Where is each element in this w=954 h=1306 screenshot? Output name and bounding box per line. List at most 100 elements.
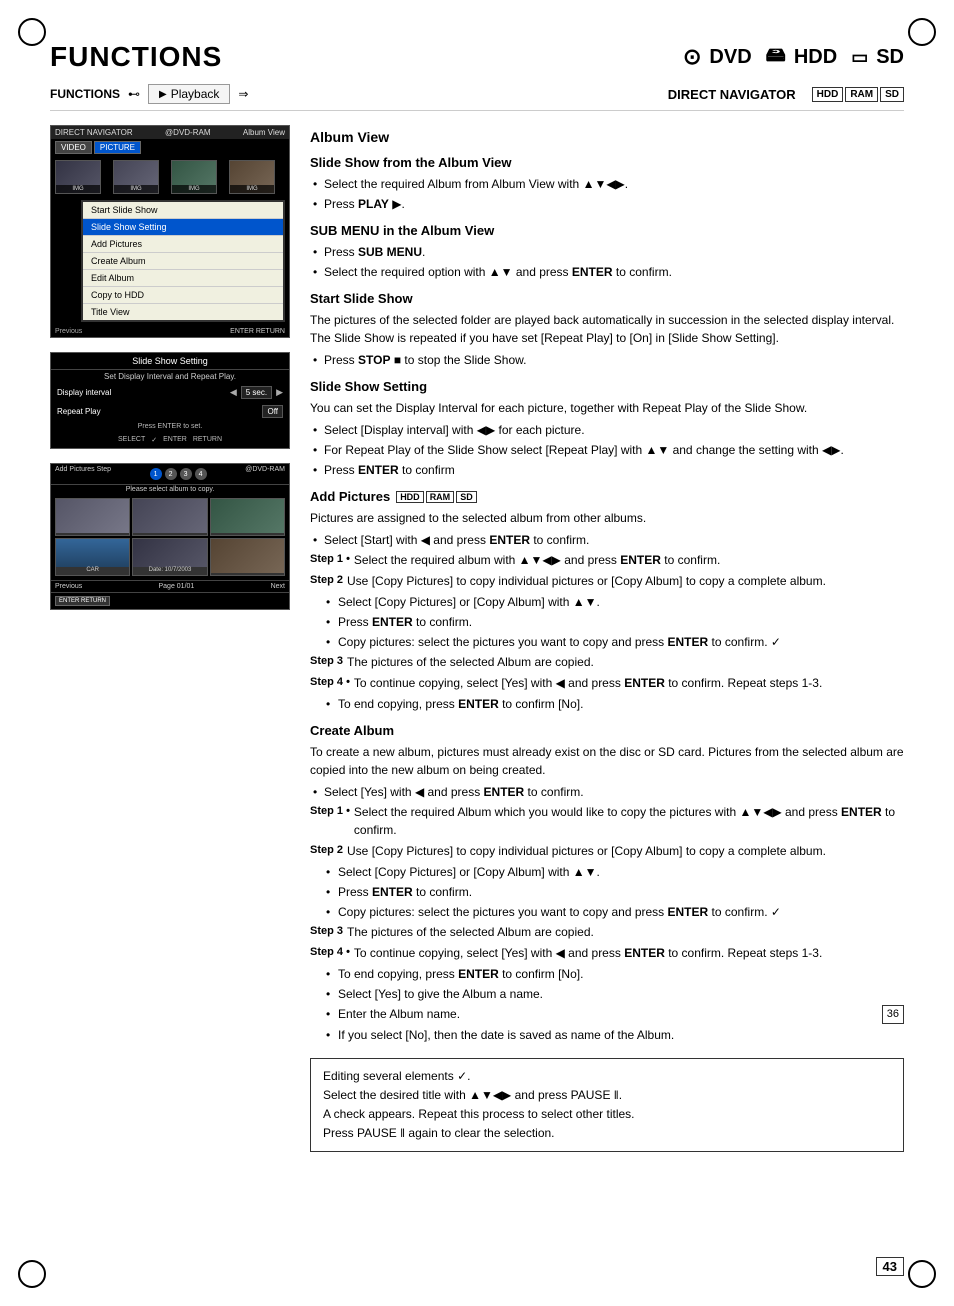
note-box: Editing several elements ✓. Select the d… — [310, 1058, 904, 1153]
create-step-4-num: Step 4 • — [310, 944, 350, 962]
create-step-4: Step 4 • To continue copying, select [Ye… — [310, 944, 904, 962]
repeat-play-value: Off — [262, 405, 283, 418]
album-panel-subtitle: Album View — [243, 128, 285, 137]
add-nav-prev: Previous — [55, 583, 82, 590]
page-number-area: 43 — [876, 1257, 904, 1276]
add-step-2: Step 2 Use [Copy Pictures] to copy indiv… — [310, 572, 904, 590]
add-step-4-num: Step 4 • — [310, 674, 350, 692]
step-1: 1 — [150, 468, 162, 480]
header-row: FUNCTIONS ⊙ DVD 🖴 HDD ▭ SD — [50, 40, 904, 74]
create-step-4-text: To continue copying, select [Yes] with ◀… — [354, 944, 904, 962]
sub-menu-bullet-1: Press SUB MENU. — [310, 243, 904, 261]
album-panel-header: DIRECT NAVIGATOR @DVD-RAM Album View — [51, 126, 289, 139]
note-line-1: Editing several elements ✓. — [323, 1067, 891, 1086]
add-panel-thumbnails: CAR Date: 10/7/2003 — [51, 494, 289, 580]
add-thumb-car-label: CAR — [86, 567, 99, 573]
context-menu: Start Slide Show Slide Show Setting Add … — [81, 200, 285, 322]
thumb-2: IMG — [113, 160, 159, 194]
ss-setting-bullet-3: Press ENTER to confirm — [310, 461, 904, 479]
start-slide-show-bullet-1: Press STOP ■ to stop the Slide Show. — [310, 351, 904, 369]
thumb-2-label: IMG — [114, 185, 158, 193]
slide-show-bullet-1: Select the required Album from Album Vie… — [310, 175, 904, 193]
add-step-2-sub-2: Press ENTER to confirm. — [310, 613, 904, 631]
display-interval-right-arrow: ▶ — [276, 387, 283, 398]
sub-menu-title: SUB MENU in the Album View — [310, 223, 904, 238]
add-step-2-sub-1: Select [Copy Pictures] or [Copy Album] w… — [310, 593, 904, 611]
step-3: 3 — [180, 468, 192, 480]
add-thumb-date: Date: 10/7/2003 — [132, 538, 207, 576]
hdd-icon: 🖴 — [766, 40, 786, 74]
thumb-3-label: IMG — [172, 185, 216, 193]
display-interval-label: Display interval — [57, 388, 226, 397]
start-slide-show-title: Start Slide Show — [310, 291, 904, 306]
create-step-4-sub-4: If you select [No], then the date is sav… — [310, 1026, 904, 1044]
note-line-3: A check appears. Repeat this process to … — [323, 1105, 891, 1124]
add-nav-next: Next — [271, 583, 285, 590]
note-line-2: Select the desired title with ▲▼◀▶ and p… — [323, 1086, 891, 1105]
add-panel-header: Add Pictures Step 1 2 3 4 @DVD-RAM — [51, 464, 289, 485]
badge-hdd: HDD — [812, 87, 844, 102]
album-view-title: Album View — [310, 129, 904, 145]
menu-create-album[interactable]: Create Album — [83, 253, 283, 270]
add-thumb-2 — [132, 498, 207, 536]
left-column: DIRECT NAVIGATOR @DVD-RAM Album View VID… — [50, 125, 290, 1152]
right-column: Album View Slide Show from the Album Vie… — [310, 125, 904, 1152]
select-btn-label: SELECT — [118, 436, 145, 444]
badge-sd: SD — [880, 87, 904, 102]
add-step-1: Step 1 • Select the required album with … — [310, 551, 904, 569]
main-content: DIRECT NAVIGATOR @DVD-RAM Album View VID… — [50, 125, 904, 1152]
add-step-3-text: The pictures of the selected Album are c… — [347, 653, 904, 671]
nav-bar: FUNCTIONS ⊷ ▶ Playback ⇒ DIRECT NAVIGATO… — [50, 84, 904, 111]
album-thumbnails: IMG IMG IMG IMG — [51, 156, 289, 198]
thumb-4: IMG — [229, 160, 275, 194]
menu-slide-show-setting[interactable]: Slide Show Setting — [83, 219, 283, 236]
nav-playback-label: Playback — [171, 87, 220, 101]
menu-copy-to-hdd[interactable]: Copy to HDD — [83, 287, 283, 304]
menu-start-slide-show[interactable]: Start Slide Show — [83, 202, 283, 219]
enter-btn-icon: ✓ — [151, 436, 157, 444]
slide-show-setting-body: You can set the Display Interval for eac… — [310, 399, 904, 417]
create-step-2-num: Step 2 — [310, 842, 343, 860]
setting-buttons: SELECT ✓ ENTER RETURN — [51, 432, 289, 448]
create-step-4-sub-3: Enter the Album name. 36 — [310, 1005, 904, 1024]
menu-title-view[interactable]: Title View — [83, 304, 283, 320]
create-step-2-sub-2: Press ENTER to confirm. — [310, 883, 904, 901]
repeat-play-row: Repeat Play Off — [51, 402, 289, 421]
create-step-1-num: Step 1 • — [310, 803, 350, 839]
add-thumb-date-label: Date: 10/7/2003 — [149, 567, 192, 573]
sd-icon: ▭ — [851, 47, 868, 68]
slide-show-title: Slide Show from the Album View — [310, 155, 904, 170]
create-album-title: Create Album — [310, 723, 904, 738]
playback-icon: ▶ — [159, 89, 167, 100]
hdd-label: HDD — [794, 46, 837, 69]
add-panel-footer: ENTER RETURN — [51, 592, 289, 609]
page-number: 43 — [876, 1257, 904, 1276]
corner-decoration-tr — [908, 18, 936, 46]
menu-add-pictures[interactable]: Add Pictures — [83, 236, 283, 253]
corner-decoration-br — [908, 1260, 936, 1288]
add-step-2-text: Use [Copy Pictures] to copy individual p… — [347, 572, 904, 590]
slideshow-setting-panel: Slide Show Setting Set Display Interval … — [50, 352, 290, 449]
nav-direct-navigator: DIRECT NAVIGATOR — [668, 87, 796, 102]
return-btn-label: RETURN — [193, 436, 222, 444]
create-step-1: Step 1 • Select the required Album which… — [310, 803, 904, 839]
sub-menu-bullet-2: Select the required option with ▲▼ and p… — [310, 263, 904, 281]
album-panel-dvd: @DVD-RAM — [165, 128, 210, 137]
tab-picture[interactable]: PICTURE — [94, 141, 141, 154]
tab-video[interactable]: VIDEO — [55, 141, 92, 154]
album-panel-prev: Previous — [55, 328, 82, 335]
add-step-3-num: Step 3 — [310, 653, 343, 671]
menu-edit-album[interactable]: Edit Album — [83, 270, 283, 287]
thumb-1-label: IMG — [56, 185, 100, 193]
enter-return-btn[interactable]: ENTER RETURN — [55, 596, 110, 606]
create-step-3-text: The pictures of the selected Album are c… — [347, 923, 904, 941]
album-panel-title: DIRECT NAVIGATOR — [55, 128, 133, 137]
add-pictures-header: Add Pictures HDD RAM SD — [310, 489, 904, 504]
corner-decoration-tl — [18, 18, 46, 46]
create-step-1-text: Select the required Album which you woul… — [354, 803, 904, 839]
display-interval-value: 5 sec. — [241, 386, 272, 399]
add-step-3: Step 3 The pictures of the selected Albu… — [310, 653, 904, 671]
add-nav-page: Page 01/01 — [159, 583, 195, 590]
slide-show-setting-title: Slide Show Setting — [310, 379, 904, 394]
add-pictures-panel: Add Pictures Step 1 2 3 4 @DVD-RAM Pleas… — [50, 463, 290, 610]
